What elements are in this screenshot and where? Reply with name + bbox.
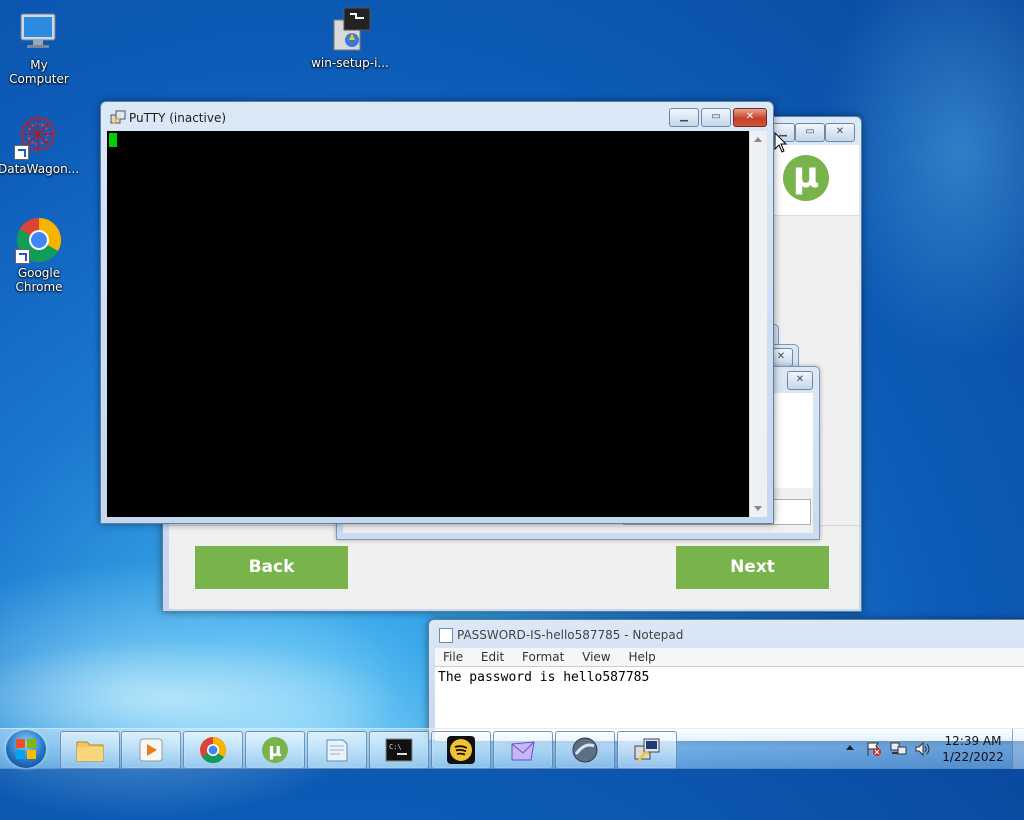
scroll-down-icon[interactable] bbox=[754, 506, 762, 511]
spotify-icon bbox=[447, 736, 475, 764]
maximize-button[interactable]: ▭ bbox=[795, 123, 825, 142]
command-prompt-icon: C:\ bbox=[385, 738, 413, 762]
taskbar-media-player[interactable] bbox=[121, 731, 181, 769]
action-center-flag-icon[interactable] bbox=[866, 741, 882, 760]
start-button[interactable] bbox=[6, 730, 46, 768]
desktop-icon-label: My Computer bbox=[9, 58, 69, 86]
computer-icon bbox=[15, 8, 63, 56]
taskbar-putty[interactable] bbox=[617, 731, 677, 769]
menu-file[interactable]: File bbox=[443, 650, 463, 664]
desktop-icon-google-chrome[interactable]: Google Chrome bbox=[0, 216, 79, 294]
notepad-window[interactable]: PASSWORD-IS-hello587785 - Notepad File E… bbox=[428, 619, 1024, 741]
putty-icon bbox=[110, 110, 126, 129]
installer-icon bbox=[326, 6, 374, 54]
back-button[interactable]: Back bbox=[195, 546, 348, 589]
taskbar-explorer[interactable] bbox=[60, 731, 120, 769]
menu-help[interactable]: Help bbox=[628, 650, 655, 664]
notepad-titlebar[interactable]: PASSWORD-IS-hello587785 - Notepad bbox=[429, 620, 1024, 646]
taskbar-app[interactable] bbox=[555, 731, 615, 769]
menu-view[interactable]: View bbox=[582, 650, 610, 664]
desktop-icon-label: DataWagon... bbox=[0, 162, 80, 176]
putty-titlebar[interactable]: PuTTY (inactive) ▁ ▭ ✕ bbox=[101, 102, 773, 130]
desktop-icon-datawagon[interactable]: DataWagon... bbox=[0, 112, 80, 176]
taskbar-utorrent[interactable]: µ bbox=[245, 731, 305, 769]
desktop-icon-label: win-setup-i... bbox=[311, 56, 389, 70]
desktop-icon-win-setup[interactable]: win-setup-i... bbox=[310, 6, 390, 70]
taskbar-notepad[interactable] bbox=[307, 731, 367, 769]
windows-logo-icon bbox=[16, 739, 36, 759]
close-button[interactable]: ✕ bbox=[787, 371, 813, 390]
media-player-icon bbox=[139, 738, 163, 762]
taskbar-spotify[interactable] bbox=[431, 731, 491, 769]
shortcut-arrow-icon bbox=[14, 145, 29, 160]
folder-icon bbox=[76, 741, 104, 762]
close-button[interactable]: ✕ bbox=[825, 123, 855, 142]
shortcut-arrow-icon bbox=[15, 249, 30, 264]
desktop-icon-my-computer[interactable]: My Computer bbox=[0, 8, 79, 86]
taskbar-chrome[interactable] bbox=[183, 731, 243, 769]
network-icon[interactable] bbox=[890, 741, 908, 760]
mail-icon bbox=[511, 741, 535, 761]
notepad-content: The password is hello587785 bbox=[438, 670, 650, 685]
scroll-up-icon[interactable] bbox=[754, 137, 762, 142]
terminal-cursor bbox=[109, 133, 117, 147]
putty-window[interactable]: PuTTY (inactive) ▁ ▭ ✕ bbox=[100, 101, 774, 524]
svg-text:µ: µ bbox=[268, 740, 281, 761]
close-button[interactable]: ✕ bbox=[733, 108, 767, 127]
utorrent-icon: µ bbox=[262, 737, 288, 763]
tray-show-hidden-icon[interactable] bbox=[846, 745, 854, 750]
mouse-cursor-icon bbox=[774, 131, 788, 157]
datawagon-icon bbox=[14, 112, 62, 160]
taskbar-cmd[interactable]: C:\ bbox=[369, 731, 429, 769]
desktop-icon-label: Google Chrome bbox=[15, 266, 63, 294]
show-desktop-button[interactable] bbox=[1012, 729, 1024, 769]
window-title: PuTTY (inactive) bbox=[129, 111, 227, 125]
notepad-icon bbox=[326, 739, 348, 762]
dialog-white-area bbox=[773, 393, 813, 488]
maximize-button[interactable]: ▭ bbox=[701, 108, 731, 127]
clock-date: 1/22/2022 bbox=[942, 750, 1004, 764]
terminal-area[interactable] bbox=[107, 131, 749, 517]
clock[interactable]: 12:39 AM 1/22/2022 bbox=[938, 733, 1008, 765]
chrome-icon bbox=[200, 736, 227, 764]
menu-bar: File Edit Format View Help bbox=[435, 648, 1024, 666]
menu-format[interactable]: Format bbox=[522, 650, 564, 664]
utorrent-logo-icon: µ bbox=[783, 155, 829, 201]
window-title: PASSWORD-IS-hello587785 - Notepad bbox=[457, 628, 684, 642]
notepad-icon bbox=[439, 628, 453, 643]
app-icon bbox=[572, 737, 598, 763]
menu-edit[interactable]: Edit bbox=[481, 650, 504, 664]
chrome-icon bbox=[15, 216, 63, 264]
next-button[interactable]: Next bbox=[676, 546, 829, 589]
clock-time: 12:39 AM bbox=[944, 734, 1002, 748]
svg-text:C:\: C:\ bbox=[389, 743, 402, 751]
taskbar: µ C:\ 12:39 AM 1/22/2022 bbox=[0, 728, 1024, 769]
taskbar-mail[interactable] bbox=[493, 731, 553, 769]
minimize-button[interactable]: ▁ bbox=[669, 108, 699, 127]
volume-icon[interactable] bbox=[914, 741, 932, 760]
putty-icon bbox=[634, 738, 660, 762]
scrollbar[interactable] bbox=[749, 131, 767, 517]
